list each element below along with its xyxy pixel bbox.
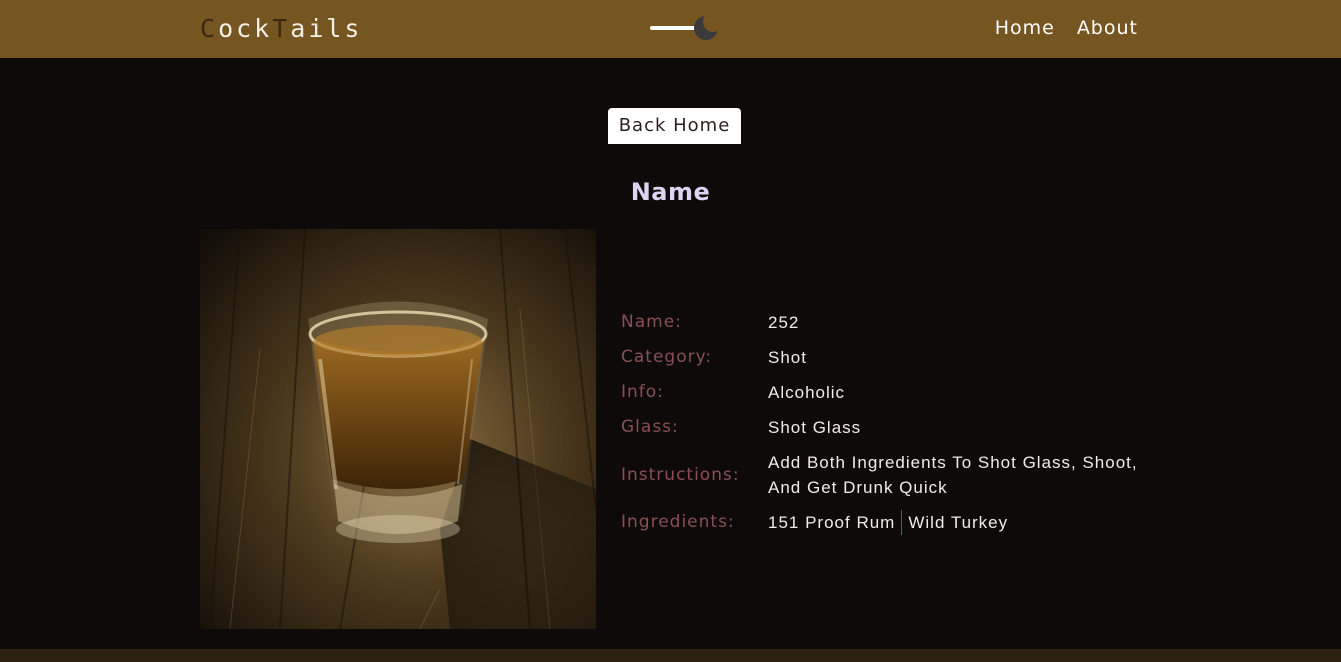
glass-label: Glass:	[621, 417, 679, 437]
detail-row-ingredients: Ingredients: 151 Proof Rum Wild Turkey	[621, 510, 1181, 535]
ingredient-item: 151 Proof Rum	[768, 513, 896, 532]
ingredients-label: Ingredients:	[621, 512, 735, 532]
moon-icon	[650, 13, 722, 40]
logo-letter-c: C	[200, 14, 219, 43]
nav-link-about[interactable]: About	[1077, 14, 1138, 42]
navbar: CockTails Home About	[0, 0, 1341, 58]
name-label: Name:	[621, 312, 682, 332]
detail-row-category: Category: Shot	[621, 345, 1181, 370]
page-title: Name	[630, 178, 711, 206]
instructions-label: Instructions:	[621, 464, 740, 485]
back-home-button[interactable]: Back Home	[608, 108, 741, 144]
logo-letter-t: T	[272, 14, 291, 43]
logo-part-ock: ock	[218, 14, 273, 43]
info-value: Alcoholic	[768, 383, 846, 402]
detail-row-instructions: Instructions: Add Both Ingredients To Sh…	[621, 450, 1181, 500]
category-label: Category:	[621, 347, 713, 367]
nav-links: Home About	[995, 14, 1138, 42]
nav-link-home[interactable]: Home	[995, 14, 1055, 42]
theme-toggle[interactable]	[646, 13, 722, 43]
logo[interactable]: CockTails	[200, 13, 363, 45]
drink-details: Name: 252 Category: Shot Info: Alcoholic…	[621, 310, 1181, 545]
ingredients-value: 151 Proof Rum Wild Turkey	[768, 510, 1014, 535]
detail-row-glass: Glass: Shot Glass	[621, 415, 1181, 440]
detail-row-info: Info: Alcoholic	[621, 380, 1181, 405]
category-value: Shot	[768, 348, 807, 367]
detail-row-name: Name: 252	[621, 310, 1181, 335]
footer-bar	[0, 649, 1341, 662]
name-value: 252	[768, 313, 800, 332]
ingredient-item: Wild Turkey	[901, 510, 1014, 535]
instructions-value: Add Both Ingredients To Shot Glass, Shoo…	[768, 453, 1138, 497]
info-label: Info:	[621, 382, 664, 402]
drink-image	[200, 229, 596, 629]
logo-part-ails: ails	[290, 14, 363, 43]
glass-value: Shot Glass	[768, 418, 862, 437]
